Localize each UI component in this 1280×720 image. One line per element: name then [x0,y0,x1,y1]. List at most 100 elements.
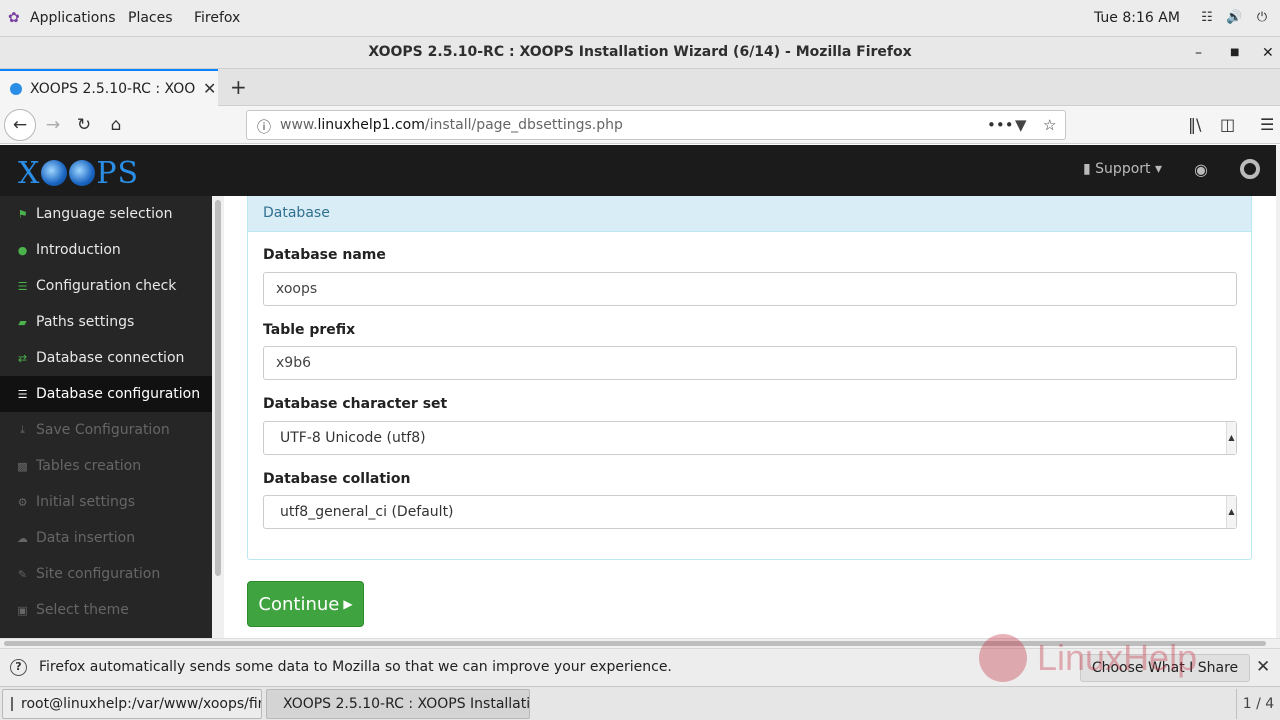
reload-button[interactable]: ↻ [73,114,95,136]
caret-right-icon: ▶ [343,597,353,611]
site-info-icon[interactable]: ⓘ [257,117,271,137]
charset-label: Database character set [263,396,448,412]
places-menu[interactable]: Places [128,10,173,26]
sidebar-item-label: Language selection [36,206,173,222]
sidebar-item-label: Initial settings [36,494,136,510]
navigation-bar: ← → ↻ ⌂ ⓘ www.linuxhelp1.com/install/pag… [0,106,1280,144]
clock[interactable]: Tue 8:16 AM [1094,10,1180,26]
sidebar-item-database-configuration[interactable]: ☰ Database configuration [0,376,212,412]
firefox-app-menu[interactable]: Firefox [194,10,240,26]
cloud-upload-icon: ☁ [17,531,28,545]
picture-icon: ▣ [17,603,28,617]
url-text[interactable]: www.linuxhelp1.com/install/page_dbsettin… [280,117,623,133]
sidebar-item-label: Select theme [36,602,129,618]
volume-icon[interactable]: 🔊 [1226,10,1242,26]
xoops-logo[interactable]: X PS [18,156,139,191]
sidebar-item-introduction[interactable]: ● Introduction [0,232,212,268]
database-icon: ☰ [17,387,28,401]
sidebar-item-label: Save Configuration [36,422,170,438]
charset-dropdown-icon: ▲ [1226,422,1236,454]
db-name-input[interactable]: xoops [263,272,1237,306]
close-notification-icon[interactable]: ✕ [1256,657,1270,677]
sidebar-item-label: Database connection [36,350,185,366]
terminal-icon [11,697,13,711]
applications-menu[interactable]: Applications [30,10,116,26]
library-icon[interactable]: ‖\ [1188,115,1201,134]
new-tab-button[interactable]: + [230,75,247,99]
sidebar-scrollbar[interactable] [212,196,224,638]
sidebar-item-language-selection[interactable]: ⚑ Language selection [0,196,212,232]
question-icon: ? [10,659,27,676]
sidebar-item-label: Data insertion [36,530,136,546]
sidebar-item-data-insertion: ☁ Data insertion [0,520,212,556]
sidebar-item-tables-creation: ▩ Tables creation [0,448,212,484]
flag-icon: ⚑ [17,207,28,221]
table-prefix-label: Table prefix [263,322,356,338]
horizontal-scrollbar[interactable] [0,638,1280,648]
charset-select[interactable]: UTF-8 Unicode (utf8) ▲ [263,421,1237,455]
pocket-icon[interactable]: ▼ [1015,116,1027,134]
network-icon[interactable]: ☷ [1199,10,1215,26]
sidebar-item-label: Site configuration [36,566,161,582]
sidebar-item-site-configuration: ✎ Site configuration [0,556,212,592]
close-tab-icon[interactable]: ✕ [203,79,216,98]
sidebar-item-save-configuration: ⤓ Save Configuration [0,412,212,448]
collation-select[interactable]: utf8_general_ci (Default) ▲ [263,495,1237,529]
sidebar-item-initial-settings: ⚙ Initial settings [0,484,212,520]
taskbar-firefox[interactable]: XOOPS 2.5.10-RC : XOOPS Installati... [266,689,530,719]
support-dropdown[interactable]: ▮ Support ▾ [1083,161,1162,177]
power-icon[interactable]: ⏻ [1254,10,1270,26]
notification-message: Firefox automatically sends some data to… [39,659,672,675]
collation-dropdown-icon: ▲ [1226,496,1236,528]
table-prefix-input[interactable]: x9b6 [263,346,1237,380]
exchange-icon: ⇄ [17,351,28,365]
panel-title: Database [248,196,1251,232]
back-button[interactable]: ← [4,109,36,141]
sidebar-item-paths-settings[interactable]: ▰ Paths settings [0,304,212,340]
home-button[interactable]: ⌂ [105,114,127,136]
book-icon: ▮ [1083,161,1091,177]
edit-icon: ✎ [17,567,28,581]
taskbar-terminal[interactable]: root@linuxhelp:/var/www/xoops/fin... [2,689,262,719]
minimize-button[interactable]: – [1195,45,1202,61]
hamburger-menu-icon[interactable]: ☰ [1260,115,1274,134]
window-title: XOOPS 2.5.10-RC : XOOPS Installation Wiz… [368,44,912,60]
collation-label: Database collation [263,471,411,487]
db-name-label: Database name [263,247,386,263]
sidebar-item-label: Introduction [36,242,121,258]
continue-button[interactable]: Continue ▶ [247,581,364,627]
download-icon: ⤓ [20,423,25,436]
tab-title: XOOPS 2.5.10-RC : XOOPS [30,80,195,97]
maximize-button[interactable]: ■ [1230,47,1239,58]
sidebar-item-database-connection[interactable]: ⇄ Database connection [0,340,212,376]
gnome-foot-icon: ✿ [8,10,20,26]
main-content: Database Database name xoops Table prefi… [224,196,1276,638]
sidebar-item-select-theme: ▣ Select theme [0,592,212,628]
forward-button[interactable]: → [42,114,64,136]
sidebar-item-label: Database configuration [36,386,201,402]
page-actions-icon[interactable]: ••• [987,116,1014,134]
choose-what-i-share-button[interactable]: Choose What I Share [1080,654,1250,682]
info-icon: ● [17,243,28,257]
bookmark-star-icon[interactable]: ☆ [1043,116,1056,134]
close-window-button[interactable]: ✕ [1262,45,1274,61]
workspace-pager[interactable]: 1 / 4 [1236,689,1280,719]
wizard-sidebar: ⚑ Language selection ● Introduction ☰ Configu… [0,196,212,638]
list-icon: ☰ [17,279,28,293]
data-notification-bar: ? Firefox automatically sends some data … [0,648,1280,686]
url-bar[interactable]: ⓘ www.linuxhelp1.com/install/page_dbsett… [246,110,1066,140]
tab-xoops[interactable]: XOOPS 2.5.10-RC : XOOPS ✕ [0,69,218,106]
database-panel: Database Database name xoops Table prefi… [247,196,1252,560]
sidebar-item-label: Tables creation [36,458,142,474]
sidebar-toggle-icon[interactable]: ◫ [1220,115,1235,134]
sidebar-item-configuration-check[interactable]: ☰ Configuration check [0,268,212,304]
taskbar: root@linuxhelp:/var/www/xoops/fin... XOO… [0,686,1280,720]
github-icon[interactable]: ◉ [1194,160,1208,179]
tab-bar: XOOPS 2.5.10-RC : XOOPS ✕ + [0,69,1280,106]
window-titlebar: XOOPS 2.5.10-RC : XOOPS Installation Wiz… [0,37,1280,69]
page-scrollbar[interactable] [1276,145,1280,638]
lifebuoy-icon[interactable] [1240,159,1260,179]
gnome-top-bar: ✿ Applications Places Firefox Tue 8:16 A… [0,0,1280,37]
folder-icon: ▰ [18,315,27,329]
xoops-header: X PS ▮ Support ▾ ◉ [0,145,1276,196]
